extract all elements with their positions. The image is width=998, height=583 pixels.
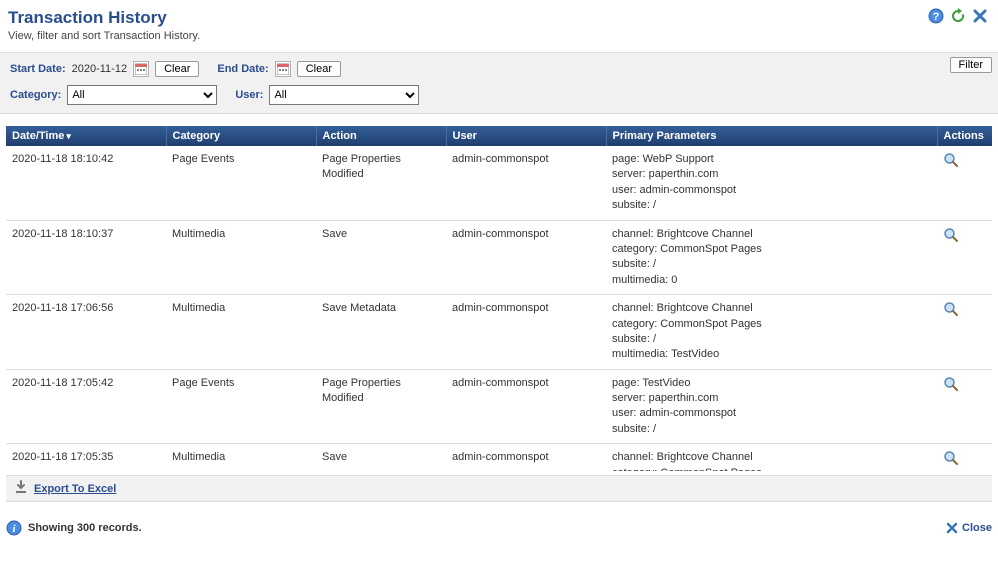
user-select[interactable]: All: [269, 85, 419, 105]
table-row: 2020-11-18 18:10:42Page EventsPage Prope…: [6, 146, 992, 220]
table-row: 2020-11-18 17:06:56MultimediaSave Metada…: [6, 295, 992, 370]
magnifier-icon[interactable]: [943, 152, 959, 173]
table-row: 2020-11-18 18:10:37MultimediaSaveadmin-c…: [6, 220, 992, 295]
close-icon[interactable]: [972, 8, 988, 24]
filter-button[interactable]: Filter: [950, 57, 992, 73]
col-actions[interactable]: Actions: [937, 126, 992, 146]
download-icon: [14, 480, 28, 497]
col-category[interactable]: Category: [166, 126, 316, 146]
table-scroll-area[interactable]: Date/Time▾ Category Action User Primary …: [6, 126, 992, 471]
svg-text:?: ?: [933, 11, 940, 23]
transaction-table: Date/Time▾ Category Action User Primary …: [6, 126, 992, 471]
clear-start-date-button[interactable]: Clear: [155, 61, 199, 77]
magnifier-icon[interactable]: [943, 450, 959, 471]
info-icon: i: [6, 520, 22, 536]
sort-desc-icon: ▾: [66, 131, 71, 141]
help-icon[interactable]: ?: [928, 8, 944, 24]
filter-bar: Filter Start Date: 2020-11-12 Clear End …: [0, 52, 998, 114]
col-datetime[interactable]: Date/Time▾: [6, 126, 166, 146]
calendar-icon[interactable]: [275, 61, 291, 77]
export-bar: Export To Excel: [6, 475, 992, 502]
clear-end-date-button[interactable]: Clear: [297, 61, 341, 77]
records-count-text: Showing 300 records.: [28, 522, 142, 534]
category-label: Category:: [10, 89, 61, 101]
start-date-label: Start Date:: [10, 63, 66, 75]
start-date-value: 2020-11-12: [72, 63, 127, 75]
user-label: User:: [235, 89, 263, 101]
end-date-label: End Date:: [217, 63, 268, 75]
page-title: Transaction History: [8, 8, 990, 28]
refresh-icon[interactable]: [950, 8, 966, 24]
table-row: 2020-11-18 17:05:35MultimediaSaveadmin-c…: [6, 444, 992, 471]
category-select[interactable]: All: [67, 85, 217, 105]
col-user[interactable]: User: [446, 126, 606, 146]
export-to-excel-link[interactable]: Export To Excel: [34, 483, 116, 495]
page-subtitle: View, filter and sort Transaction Histor…: [8, 30, 990, 42]
magnifier-icon[interactable]: [943, 376, 959, 397]
table-row: 2020-11-18 17:05:42Page EventsPage Prope…: [6, 369, 992, 444]
magnifier-icon[interactable]: [943, 301, 959, 322]
close-button[interactable]: Close: [946, 522, 992, 534]
col-params[interactable]: Primary Parameters: [606, 126, 937, 146]
calendar-icon[interactable]: [133, 61, 149, 77]
magnifier-icon[interactable]: [943, 227, 959, 248]
col-action[interactable]: Action: [316, 126, 446, 146]
